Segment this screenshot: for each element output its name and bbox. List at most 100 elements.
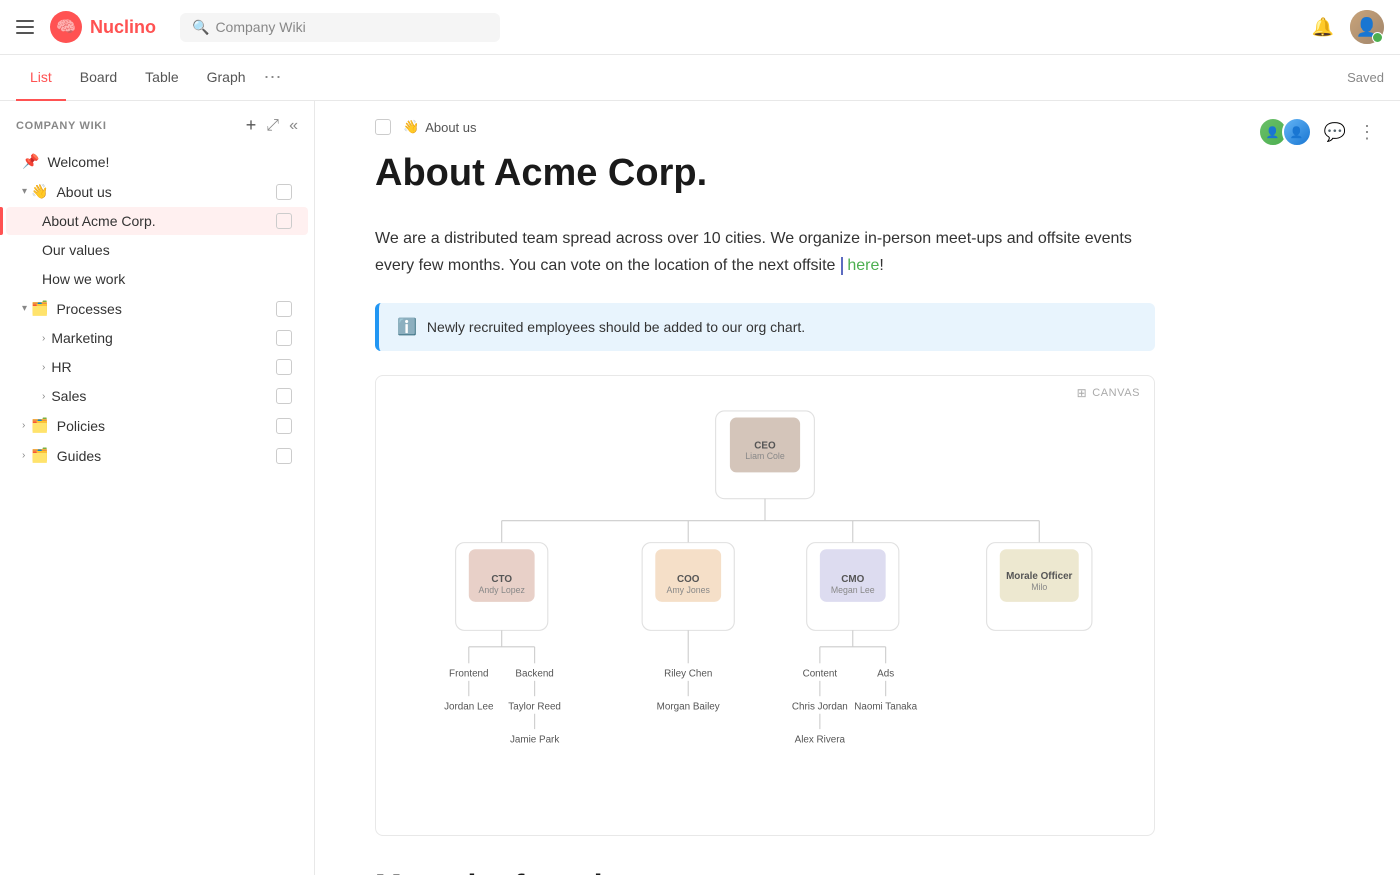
sidebar-item-label: Sales (51, 388, 276, 404)
breadcrumb: 👋 About us (315, 101, 1400, 135)
avatar-image: 👤 (1350, 10, 1384, 44)
svg-text:Backend: Backend (515, 668, 553, 679)
nav-right: 🔔 👤 (1312, 10, 1384, 44)
sidebar-item-label: About Acme Corp. (42, 213, 276, 229)
body-text: We are a distributed team spread across … (375, 230, 1132, 274)
search-icon: 🔍 (192, 19, 209, 36)
svg-text:Chris Jordan: Chris Jordan (792, 701, 848, 712)
right-arrow-icon: › (42, 362, 45, 373)
text-cursor (841, 257, 843, 275)
check-box (276, 418, 292, 434)
svg-text:Megan Lee: Megan Lee (831, 585, 875, 595)
svg-text:Amy Jones: Amy Jones (667, 585, 711, 595)
top-nav: 🧠 Nuclino 🔍 Company Wiki 🔔 👤 (0, 0, 1400, 55)
user-avatar[interactable]: 👤 (1350, 10, 1384, 44)
more-options-icon[interactable]: ⋮ (1358, 122, 1376, 143)
page-title: About Acme Corp. (375, 151, 1155, 197)
svg-text:Taylor Reed: Taylor Reed (508, 701, 561, 712)
svg-text:Alex Rivera: Alex Rivera (795, 734, 846, 745)
svg-text:Naomi Tanaka: Naomi Tanaka (854, 701, 917, 712)
content-area: 👤 👤 💬 ⋮ 👋 About us About Acme Corp. We a… (315, 101, 1400, 875)
right-arrow-icon: › (42, 333, 45, 344)
tab-board[interactable]: Board (66, 55, 131, 101)
check-box (276, 301, 292, 317)
svg-text:Content: Content (803, 668, 838, 679)
tab-table[interactable]: Table (131, 55, 192, 101)
logo-icon: 🧠 (50, 11, 82, 43)
saved-label: Saved (1347, 70, 1384, 85)
collab-avatar-2: 👤 (1282, 117, 1312, 147)
sidebar-item-label: Welcome! (47, 154, 292, 170)
pin-icon: 📌 (22, 153, 39, 170)
breadcrumb-emoji: 👋 (403, 119, 419, 135)
search-bar[interactable]: 🔍 Company Wiki (180, 13, 500, 42)
check-box (276, 330, 292, 346)
page-body: We are a distributed team spread across … (375, 225, 1155, 279)
sidebar-item-about-acme[interactable]: About Acme Corp. (6, 207, 308, 235)
sidebar-item-our-values[interactable]: Our values (6, 236, 308, 264)
svg-text:CEO: CEO (754, 440, 776, 451)
check-box (276, 448, 292, 464)
svg-text:Andy Lopez: Andy Lopez (479, 585, 525, 595)
main-layout: COMPANY WIKI + ⤢ « 📌 Welcome! ▾ 👋 About … (0, 101, 1400, 875)
sidebar-item-sales[interactable]: › Sales (6, 382, 308, 410)
sidebar-item-welcome[interactable]: 📌 Welcome! (6, 147, 308, 176)
breadcrumb-check (375, 119, 391, 135)
sidebar-item-label: Our values (42, 242, 292, 258)
add-item-icon[interactable]: + (246, 115, 257, 136)
sidebar-item-marketing[interactable]: › Marketing (6, 324, 308, 352)
sidebar-actions: + ⤢ « (246, 115, 298, 136)
svg-text:Jordan Lee: Jordan Lee (444, 701, 494, 712)
check-box (276, 184, 292, 200)
sidebar-item-hr[interactable]: › HR (6, 353, 308, 381)
sidebar-item-processes[interactable]: ▾ 🗂️ Processes (6, 294, 308, 323)
sidebar: COMPANY WIKI + ⤢ « 📌 Welcome! ▾ 👋 About … (0, 101, 315, 875)
notifications-icon[interactable]: 🔔 (1312, 17, 1334, 38)
svg-text:Milo: Milo (1031, 582, 1047, 592)
sidebar-item-label: Processes (56, 301, 276, 317)
sidebar-item-about-us[interactable]: ▾ 👋 About us (6, 177, 308, 206)
tab-list[interactable]: List (16, 55, 66, 101)
canvas-icon: ⊞ (1077, 386, 1088, 400)
sidebar-item-how-we-work[interactable]: How we work (6, 265, 308, 293)
search-placeholder: Company Wiki (215, 19, 305, 35)
comment-icon[interactable]: 💬 (1324, 122, 1346, 143)
svg-text:Morale Officer: Morale Officer (1006, 571, 1072, 582)
meet-founder-title: Meet the founder (375, 868, 1155, 875)
collapse-sidebar-icon[interactable]: « (289, 117, 298, 135)
sidebar-item-guides[interactable]: › 🗂️ Guides (6, 441, 308, 470)
svg-text:CTO: CTO (491, 574, 512, 585)
sidebar-item-label: How we work (42, 271, 292, 287)
breadcrumb-link[interactable]: About us (425, 120, 476, 135)
svg-text:Jamie Park: Jamie Park (510, 734, 559, 745)
right-arrow-icon: › (42, 391, 45, 402)
sidebar-item-label: Guides (57, 448, 276, 464)
right-arrow-icon: › (22, 450, 25, 461)
right-arrow-icon: › (22, 420, 25, 431)
about-us-icon: 👋 (31, 183, 48, 200)
processes-icon: 🗂️ (31, 300, 48, 317)
expand-icon[interactable]: ⤢ (266, 117, 279, 135)
svg-text:Riley Chen: Riley Chen (664, 668, 712, 679)
info-box: ℹ️ Newly recruited employees should be a… (375, 303, 1155, 351)
check-box (276, 213, 292, 229)
content-top-bar: 👤 👤 💬 ⋮ (1258, 117, 1376, 147)
org-chart: CEO Liam Cole CTO Andy Lopez (392, 400, 1138, 811)
info-message: Newly recruited employees should be adde… (427, 319, 805, 335)
sidebar-item-policies[interactable]: › 🗂️ Policies (6, 411, 308, 440)
collapse-arrow-icon: ▾ (22, 186, 27, 197)
app-name: Nuclino (90, 17, 156, 38)
sidebar-item-label: About us (56, 184, 276, 200)
sidebar-item-label: Policies (57, 418, 276, 434)
body-link[interactable]: here (847, 257, 879, 274)
canvas-label-text: CANVAS (1092, 387, 1140, 399)
guides-icon: 🗂️ (31, 447, 48, 464)
menu-icon[interactable] (16, 20, 34, 34)
tab-more-icon[interactable]: ⋯ (264, 67, 282, 88)
tab-graph[interactable]: Graph (193, 55, 260, 101)
tab-bar: List Board Table Graph ⋯ Saved (0, 55, 1400, 101)
workspace-title: COMPANY WIKI (16, 120, 107, 132)
collapse-arrow-icon: ▾ (22, 303, 27, 314)
sidebar-item-label: HR (51, 359, 276, 375)
sidebar-header: COMPANY WIKI + ⤢ « (0, 101, 314, 146)
